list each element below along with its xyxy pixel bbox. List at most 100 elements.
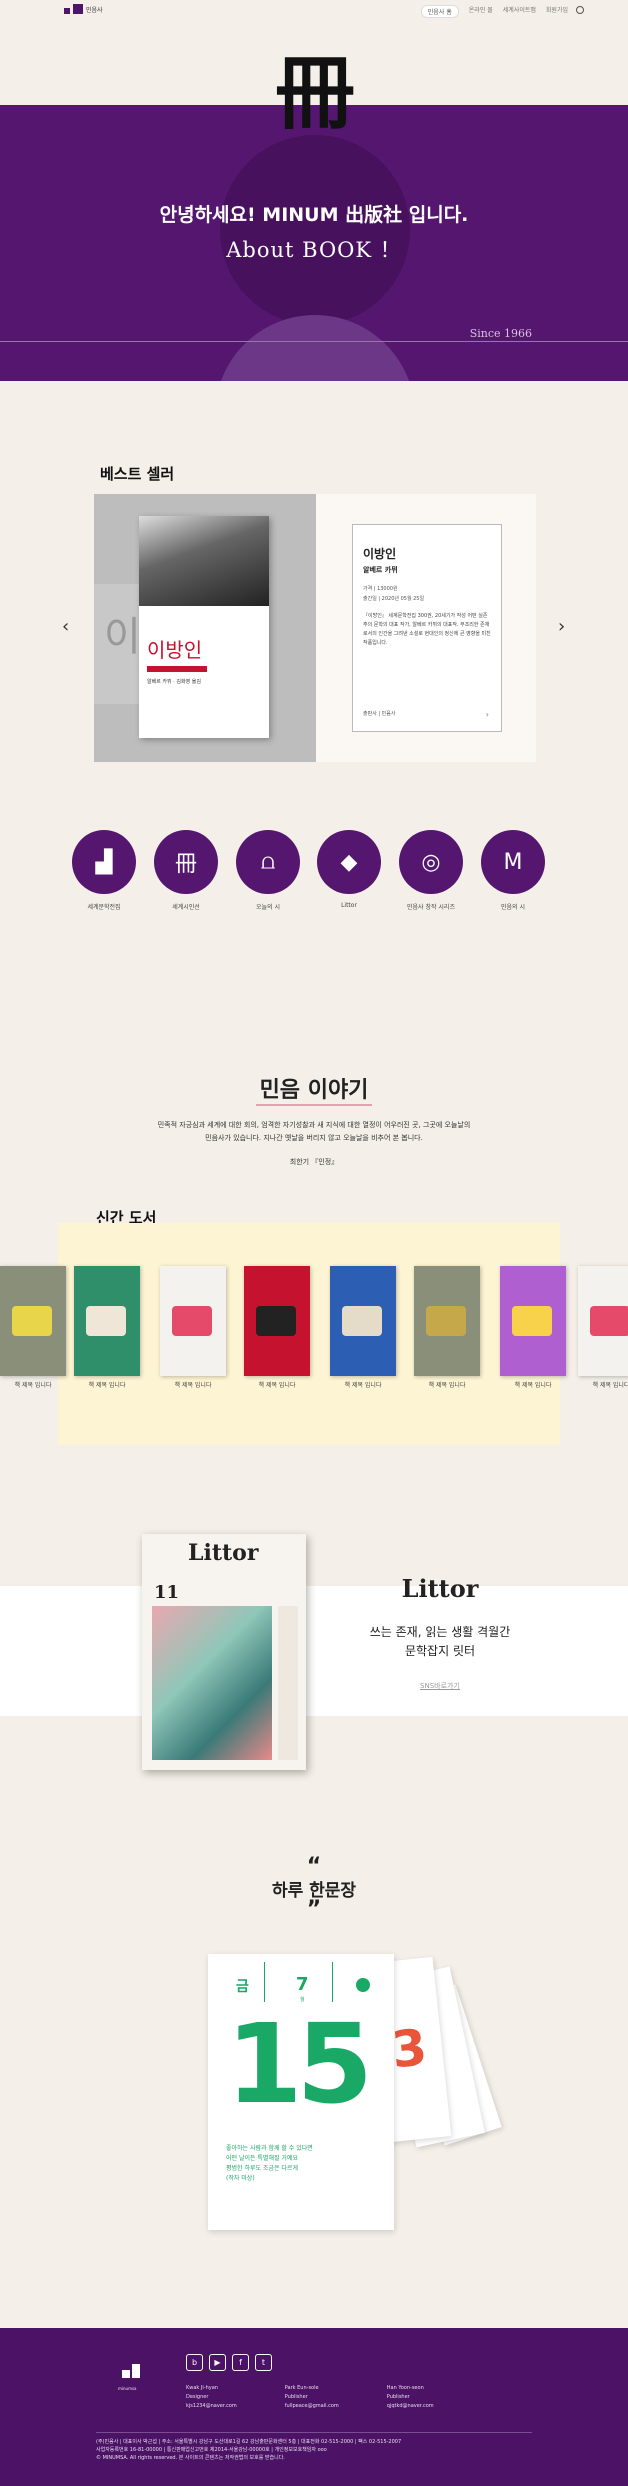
back-page-digit: 3 (388, 2018, 430, 2080)
prev-arrow-icon[interactable]: ‹ (62, 616, 69, 637)
newbook-label: 책 제목 입니다 (428, 1382, 466, 1389)
calendar-weekday: 금 (236, 1979, 249, 1995)
littor-sns-link[interactable]: SNS바로가기 (300, 1681, 580, 1691)
book-description: 『이방인』 세계문학전집 300권, 20세기가 작성 어떤 실존주의 문학의 … (363, 613, 491, 646)
facebook-icon[interactable]: f (232, 2354, 249, 2371)
quote-open-icon: “ (306, 1854, 322, 1879)
category-label: 세계문학전집 (87, 904, 121, 911)
story-line-2: 민음사가 있습니다. 지나간 옛날을 버리지 않고 오늘날을 비추어 본 봅니다… (205, 1134, 423, 1142)
social-links: b ▶ f t (186, 2354, 272, 2371)
story-line-1: 민족적 자긍심과 세계에 대한 회의, 엄격한 자기성찰과 새 지식에 대한 열… (157, 1121, 471, 1129)
calendar-sep-1 (264, 1962, 265, 2002)
member-role: Publisher (284, 2394, 308, 2400)
bestseller-book-cover: 이방인 알베르 카뮈 · 김화영 옮김 (139, 516, 269, 738)
cover-art (426, 1306, 466, 1336)
littor-cover[interactable]: Littor 11 (142, 1534, 306, 1770)
newbook-cover[interactable] (500, 1266, 566, 1376)
story-sign: 최한기 『인정』 (289, 1158, 339, 1166)
search-icon[interactable] (576, 6, 584, 14)
newbook-cover[interactable] (160, 1266, 226, 1376)
legal-line-1: (주)민음사 | 대표이사 박근섭 | 주소: 서울특별시 강남구 도산대로1길… (96, 2439, 402, 2445)
littor-tagline-2: 문학잡지 릿터 (404, 1644, 476, 1658)
book-title: 이방인 (363, 547, 397, 561)
publisher-link[interactable]: 출판사 | 민음사 (363, 710, 395, 717)
blog-icon[interactable]: b (186, 2354, 203, 2371)
logo-mark (73, 4, 83, 14)
daily-section: “ 하루 한문장 ” (0, 1854, 628, 1922)
logo-mark-small (64, 8, 70, 14)
twitter-icon[interactable]: t (255, 2354, 272, 2371)
newbook-label: 책 제목 입니다 (344, 1382, 382, 1389)
member-name: Han Yoon-seon (386, 2385, 424, 2391)
newbook-cover[interactable] (74, 1266, 140, 1376)
calendar-page: 금 7 월 15 좋아하는 사람과 함께 할 수 있다면 어떤 날이든 특별해질… (208, 1954, 394, 2230)
newbook-label: 책 제목 입니다 (88, 1382, 126, 1389)
newbook-cover[interactable] (0, 1266, 66, 1376)
book-author: 알베르 카뮈 (363, 566, 398, 574)
open-book-icon[interactable]: ⩍ (236, 830, 300, 894)
bars-icon[interactable]: ▟ (72, 830, 136, 894)
mu-icon[interactable]: M (481, 830, 545, 894)
team-list: Kwak Ji-hyan Designer kjs1234@naver.com Par… (186, 2384, 434, 2411)
category-label: 세계시인선 (172, 904, 200, 911)
member-email[interactable]: kjs1234@naver.com (186, 2402, 237, 2411)
cover-art (86, 1306, 126, 1336)
newbook-label: 책 제목 입니다 (592, 1382, 628, 1389)
calendar-line-2: 어떤 날이든 특별해질 거예요 (226, 2155, 298, 2162)
story-section: 민음 이야기 민족적 자긍심과 세계에 대한 회의, 엄격한 자기성찰과 새 지… (0, 1072, 628, 1167)
calendar-line-3: 평범한 하루도 조금은 다르게 (226, 2165, 298, 2172)
cover-art (342, 1306, 382, 1336)
member-email[interactable]: qjqtkd@naver.com (387, 2402, 434, 2411)
cover-red-bar (147, 666, 207, 672)
card-arrow-icon[interactable]: › (486, 710, 489, 719)
nav-link-signup[interactable]: 회원가입 (546, 5, 568, 18)
calendar-day: 15 (226, 2000, 373, 2128)
ghost-cover-title: 이 (104, 614, 141, 660)
story-title: 민음 이야기 (255, 1072, 373, 1106)
since-label: Since 1966 (469, 327, 532, 340)
calendar-sep-2 (332, 1962, 333, 2002)
nav-link-home[interactable]: 민음사 홈 (420, 5, 459, 18)
footer-logo-icon[interactable] (122, 2360, 146, 2384)
bestseller-info-card: 이방인 알베르 카뮈 가격 | 13000원 출간일 | 2020년 05월 2… (352, 524, 502, 732)
cover-illustration (152, 1606, 272, 1760)
brand-logo[interactable]: 민음사 (64, 4, 103, 14)
newbook-cover[interactable] (414, 1266, 480, 1376)
member-role: Publisher (386, 2394, 410, 2400)
diamond-icon[interactable]: ◆ (317, 830, 381, 894)
cover-art (12, 1306, 52, 1336)
hero-circle-dark (220, 135, 410, 325)
newbook-cover[interactable] (244, 1266, 310, 1376)
bestseller-cover-area[interactable]: 이 이방인 알베르 카뮈 · 김화영 옮김 (94, 494, 316, 762)
littor-name: Littor (401, 1574, 479, 1603)
team-member: Kwak Ji-hyan Designer kjs1234@naver.com (186, 2384, 237, 2411)
hero-circle-light (215, 315, 415, 381)
category-label: 오늘의 시 (256, 904, 280, 911)
disc-icon[interactable]: ◎ (399, 830, 463, 894)
littor-text: Littor 쓰는 존재, 읽는 생활 격월간 문학잡지 릿터 SNS바로가기 (300, 1574, 580, 1691)
book-date: 출간일 | 2020년 05월 25일 (363, 596, 425, 602)
calendar-line-1: 좋아하는 사람과 함께 할 수 있다면 (226, 2145, 313, 2152)
legal-line-3: © MINUMSA. All rights reserved. 본 사이트의 콘… (96, 2455, 285, 2461)
newbook-cover[interactable] (330, 1266, 396, 1376)
calendar-line-4: (작자 미상) (226, 2175, 255, 2182)
nav-link-shop[interactable]: 온라인 몰 (469, 5, 493, 18)
cover-title: 이방인 (147, 638, 203, 662)
next-arrow-icon[interactable]: › (558, 616, 565, 637)
member-email[interactable]: fullpeace@gmail.com (285, 2402, 339, 2411)
cover-author: 알베르 카뮈 · 김화영 옮김 (147, 679, 201, 685)
footer-legal: (주)민음사 | 대표이사 박근섭 | 주소: 서울특별시 강남구 도산대로1길… (96, 2438, 401, 2462)
littor-tagline: 쓰는 존재, 읽는 생활 격월간 (369, 1625, 511, 1639)
top-nav: 민음사 민음사 홈 온라인 몰 세계사이트맵 회원가입 (0, 0, 628, 22)
member-role: Designer (186, 2394, 209, 2400)
cover-art (256, 1306, 296, 1336)
quote-close-icon: ” (306, 1897, 322, 1922)
category-label: 민음의 시 (501, 904, 525, 911)
youtube-icon[interactable]: ▶ (209, 2354, 226, 2371)
book-glyph-icon[interactable]: 冊 (154, 830, 218, 894)
nav-link-sitemap[interactable]: 세계사이트맵 (503, 5, 536, 18)
team-member: Han Yoon-seon Publisher qjqtkd@naver.com (387, 2384, 434, 2411)
newbook-cover[interactable] (578, 1266, 628, 1376)
cover-littor-title: Littor (188, 1540, 259, 1566)
legal-line-2: 사업자등록번호 16-81-00000 | 통신판매업신고번호 제2014-서울… (96, 2447, 327, 2453)
